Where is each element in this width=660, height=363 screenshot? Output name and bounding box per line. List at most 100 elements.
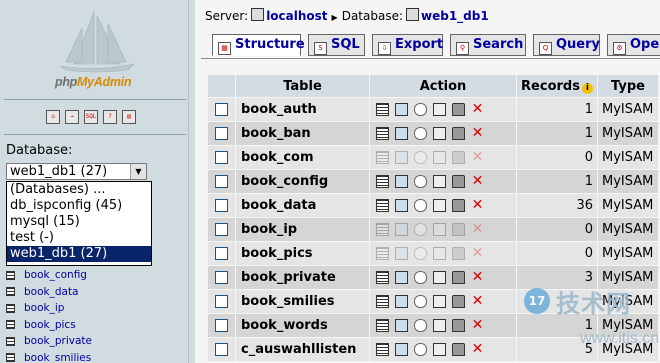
database-option[interactable]: (Databases) ...: [7, 182, 151, 198]
insert-icon[interactable]: [433, 151, 446, 164]
empty-icon[interactable]: [452, 223, 465, 236]
drop-icon[interactable]: ✕: [471, 126, 484, 140]
table-name[interactable]: book_ip: [236, 218, 369, 241]
left-table-item[interactable]: book_config: [6, 267, 92, 284]
search-icon[interactable]: [414, 151, 427, 164]
structure-icon[interactable]: [395, 175, 408, 188]
search-icon[interactable]: [414, 271, 427, 284]
left-table-item[interactable]: book_pics: [6, 317, 92, 334]
left-table-item[interactable]: book_smilies: [6, 350, 92, 363]
chevron-down-icon[interactable]: ▼: [130, 164, 146, 179]
empty-icon[interactable]: [452, 247, 465, 260]
drop-icon[interactable]: ✕: [471, 198, 484, 212]
drop-icon[interactable]: ✕: [471, 294, 484, 308]
search-icon[interactable]: [414, 247, 427, 260]
search-icon[interactable]: [414, 343, 427, 356]
breadcrumb-database[interactable]: web1_db1: [421, 9, 489, 23]
row-checkbox[interactable]: [215, 127, 228, 140]
browse-icon[interactable]: [376, 127, 389, 140]
search-icon[interactable]: [414, 223, 427, 236]
table-icon[interactable]: [6, 287, 15, 297]
insert-icon[interactable]: [433, 103, 446, 116]
row-checkbox[interactable]: [215, 223, 228, 236]
sql-query-icon[interactable]: SQL: [84, 110, 98, 124]
search-icon[interactable]: [414, 199, 427, 212]
search-icon[interactable]: [414, 175, 427, 188]
browse-icon[interactable]: [376, 199, 389, 212]
empty-icon[interactable]: [452, 103, 465, 116]
tab-query[interactable]: Q Query: [533, 34, 600, 56]
row-checkbox[interactable]: [215, 343, 228, 356]
docs-icon[interactable]: ▤: [122, 110, 136, 124]
structure-icon[interactable]: [395, 151, 408, 164]
browse-icon[interactable]: [376, 175, 389, 188]
table-name[interactable]: book_auth: [236, 98, 369, 121]
table-icon[interactable]: [6, 336, 15, 346]
table-row[interactable]: book_ip ✕ 0 MyISAM: [208, 218, 658, 241]
browse-icon[interactable]: [376, 343, 389, 356]
table-name[interactable]: book_pics: [236, 242, 369, 265]
drop-icon[interactable]: ✕: [471, 222, 484, 236]
structure-icon[interactable]: [395, 343, 408, 356]
structure-icon[interactable]: [395, 223, 408, 236]
row-checkbox[interactable]: [215, 151, 228, 164]
database-dropdown-list[interactable]: (Databases) ... db_ispconfig (45) mysql …: [6, 181, 152, 266]
tab-structure[interactable]: ▦ Structure: [212, 34, 305, 56]
table-name[interactable]: c_auswahllisten: [236, 338, 369, 361]
database-select[interactable]: web1_db1 (27) ▼: [6, 163, 147, 180]
exit-icon[interactable]: →: [65, 110, 79, 124]
table-row[interactable]: book_ban ✕ 1 MyISAM: [208, 122, 658, 145]
tab-search[interactable]: ⚲ Search: [450, 34, 526, 56]
row-checkbox[interactable]: [215, 247, 228, 260]
browse-icon[interactable]: [376, 151, 389, 164]
drop-icon[interactable]: ✕: [471, 246, 484, 260]
structure-icon[interactable]: [395, 319, 408, 332]
empty-icon[interactable]: [452, 271, 465, 284]
empty-icon[interactable]: [452, 199, 465, 212]
tab-export[interactable]: ⇩ Export: [372, 34, 443, 56]
structure-icon[interactable]: [395, 247, 408, 260]
table-name[interactable]: book_config: [236, 170, 369, 193]
database-option[interactable]: mysql (15): [7, 214, 151, 230]
row-checkbox[interactable]: [215, 199, 228, 212]
table-row[interactable]: book_data ✕ 36 MyISAM: [208, 194, 658, 217]
row-checkbox[interactable]: [215, 103, 228, 116]
browse-icon[interactable]: [376, 247, 389, 260]
left-table-link[interactable]: book_pics: [24, 319, 76, 331]
table-row[interactable]: book_auth ✕ 1 MyISAM: [208, 98, 658, 121]
browse-icon[interactable]: [376, 223, 389, 236]
table-icon[interactable]: [6, 270, 15, 280]
frame-divider[interactable]: [188, 0, 195, 363]
insert-icon[interactable]: [433, 199, 446, 212]
drop-icon[interactable]: ✕: [471, 342, 484, 356]
home-icon[interactable]: ⌂: [46, 110, 60, 124]
tab-sql[interactable]: S SQL: [308, 34, 365, 56]
table-icon[interactable]: [6, 353, 15, 363]
table-name[interactable]: book_data: [236, 194, 369, 217]
column-header-table[interactable]: Table: [236, 75, 369, 97]
column-header-records[interactable]: Records i: [517, 75, 597, 97]
drop-icon[interactable]: ✕: [471, 102, 484, 116]
empty-icon[interactable]: [452, 127, 465, 140]
empty-icon[interactable]: [452, 295, 465, 308]
structure-icon[interactable]: [395, 295, 408, 308]
left-table-link[interactable]: book_smilies: [24, 352, 91, 363]
left-table-link[interactable]: book_ip: [24, 302, 64, 314]
left-table-item[interactable]: book_data: [6, 284, 92, 301]
table-name[interactable]: book_smilies: [236, 290, 369, 313]
left-table-item[interactable]: book_private: [6, 333, 92, 350]
empty-icon[interactable]: [452, 175, 465, 188]
insert-icon[interactable]: [433, 319, 446, 332]
search-icon[interactable]: [414, 319, 427, 332]
left-table-link[interactable]: book_config: [24, 269, 87, 281]
row-checkbox[interactable]: [215, 271, 228, 284]
search-icon[interactable]: [414, 295, 427, 308]
insert-icon[interactable]: [433, 271, 446, 284]
drop-icon[interactable]: ✕: [471, 270, 484, 284]
row-checkbox[interactable]: [215, 295, 228, 308]
insert-icon[interactable]: [433, 175, 446, 188]
left-table-link[interactable]: book_data: [24, 286, 79, 298]
empty-icon[interactable]: [452, 343, 465, 356]
search-icon[interactable]: [414, 127, 427, 140]
table-row[interactable]: book_com ✕ 0 MyISAM: [208, 146, 658, 169]
